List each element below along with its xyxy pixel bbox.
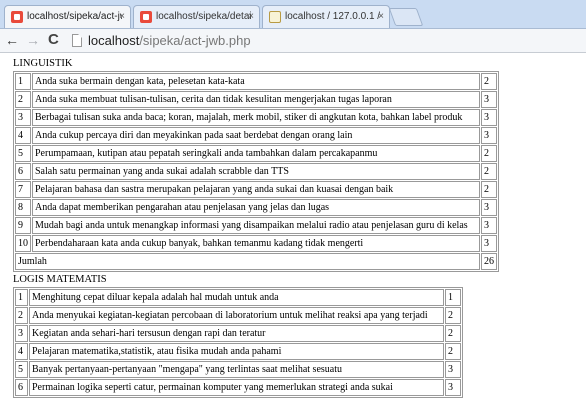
question-text: Salah satu permainan yang anda sukai ada… [32,163,480,180]
section-title-linguistik: LINGUISTIK [13,58,73,69]
table-row: 3 Kegiatan anda sehari-hari tersusun deng… [15,325,461,342]
table-row: 4 Pelajaran matematika,statistik, atau fi… [15,343,461,360]
table-row: 3 Berbagai tulisan suka anda baca; koran,… [15,109,497,126]
total-row: Jumlah 26 [15,253,497,270]
question-text: Menghitung cepat diluar kepala adalah ha… [29,289,444,306]
table-row: 1 Anda suka bermain dengan kata, peleseta… [15,73,497,90]
page-icon [72,34,82,47]
row-number: 7 [15,181,31,198]
question-text: Anda suka bermain dengan kata, pelesetan… [32,73,480,90]
total-label: Jumlah [15,253,480,270]
row-number: 10 [15,235,31,252]
back-arrow-icon[interactable]: ← [5,31,19,49]
address-bar[interactable]: localhost/sipeka/act-jwb.php [72,31,582,50]
url-host: localhost [88,33,140,48]
score-value: 3 [481,199,497,216]
score-value: 3 [445,379,461,396]
table-row: 9 Mudah bagi anda untuk menangkap informa… [15,217,497,234]
row-number: 4 [15,127,31,144]
question-text: Perumpamaan, kutipan atau pepatah sering… [32,145,480,162]
tab-act-jwb[interactable]: localhost/sipeka/act-jwb.p × [4,5,131,28]
tab-title: localhost/sipeka/act-jwb.p [27,11,122,22]
row-number: 8 [15,199,31,216]
row-number: 9 [15,217,31,234]
table-row: 10 Perbendaharaan kata anda cukup banyak,… [15,235,497,252]
url-path: /sipeka/act-jwb.php [139,33,251,48]
forward-arrow-icon[interactable]: → [26,31,40,49]
table-row: 2 Anda suka membuat tulisan-tulisan, ceri… [15,91,497,108]
phpmyadmin-icon [269,11,281,23]
table-row: 7 Pelajaran bahasa dan sastra merupakan p… [15,181,497,198]
score-value: 2 [481,73,497,90]
score-value: 3 [445,361,461,378]
question-text: Pelajaran bahasa dan sastra merupakan pe… [32,181,480,198]
logis-matematis-table: 1 Menghitung cepat diluar kepala adalah h… [13,287,463,398]
table-row: 1 Menghitung cepat diluar kepala adalah h… [15,289,461,306]
section-title-logis-matematis: LOGIS MATEMATIS [13,274,107,285]
page-favicon-icon [140,11,152,23]
reload-icon[interactable]: C [48,31,59,49]
row-number: 1 [15,289,28,306]
tab-title: localhost/sipeka/detail-jw [156,11,251,22]
tab-phpmyadmin[interactable]: localhost / 127.0.0.1 / sipe × [262,5,390,28]
score-value: 2 [445,325,461,342]
close-icon[interactable]: × [119,6,125,28]
table-row: 4 Anda cukup percaya diri dan meyakinkan … [15,127,497,144]
question-text: Kegiatan anda sehari-hari tersusun denga… [29,325,444,342]
table-row: 8 Anda dapat memberikan pengarahan atau p… [15,199,497,216]
question-text: Anda suka membuat tulisan-tulisan, cerit… [32,91,480,108]
tab-title: localhost / 127.0.0.1 / sipe [285,11,380,22]
browser-tab-bar: localhost/sipeka/act-jwb.p × localhost/s… [0,0,586,29]
score-value: 1 [445,289,461,306]
score-value: 2 [481,181,497,198]
browser-toolbar: ← → C localhost/sipeka/act-jwb.php [0,29,586,53]
tab-detail-jwb[interactable]: localhost/sipeka/detail-jw × [133,5,260,28]
table-row: 5 Perumpamaan, kutipan atau pepatah serin… [15,145,497,162]
question-text: Berbagai tulisan suka anda baca; koran, … [32,109,480,126]
score-value: 3 [481,109,497,126]
page-content: LINGUISTIK 1 Anda suka bermain dengan kat… [11,58,499,398]
table-row: 2 Anda menyukai kegiatan-kegiatan percoba… [15,307,461,324]
question-text: Perbendaharaan kata anda cukup banyak, b… [32,235,480,252]
total-value: 26 [481,253,497,270]
question-text: Anda cukup percaya diri dan meyakinkan p… [32,127,480,144]
row-number: 1 [15,73,31,90]
url-text[interactable]: localhost/sipeka/act-jwb.php [88,31,251,50]
score-value: 3 [481,127,497,144]
close-icon[interactable]: × [248,6,254,28]
question-text: Mudah bagi anda untuk menangkap informas… [32,217,480,234]
score-value: 2 [481,145,497,162]
close-icon[interactable]: × [378,6,384,28]
score-value: 3 [481,91,497,108]
row-number: 4 [15,343,28,360]
row-number: 2 [15,91,31,108]
new-tab-button[interactable] [388,8,424,26]
score-value: 3 [481,217,497,234]
linguistik-table: 1 Anda suka bermain dengan kata, peleseta… [13,71,499,272]
question-text: Banyak pertanyaan-pertanyaan "mengapa" y… [29,361,444,378]
row-number: 5 [15,361,28,378]
question-text: Pelajaran matematika,statistik, atau fis… [29,343,444,360]
page-favicon-icon [11,11,23,23]
table-row: 6 Permainan logika seperti catur, permain… [15,379,461,396]
row-number: 3 [15,109,31,126]
table-row: 6 Salah satu permainan yang anda sukai ad… [15,163,497,180]
question-text: Permainan logika seperti catur, permaina… [29,379,444,396]
row-number: 5 [15,145,31,162]
question-text: Anda menyukai kegiatan-kegiatan percobaa… [29,307,444,324]
score-value: 2 [445,343,461,360]
score-value: 3 [481,235,497,252]
row-number: 3 [15,325,28,342]
score-value: 2 [481,163,497,180]
row-number: 6 [15,379,28,396]
score-value: 2 [445,307,461,324]
row-number: 2 [15,307,28,324]
table-row: 5 Banyak pertanyaan-pertanyaan "mengapa" … [15,361,461,378]
row-number: 6 [15,163,31,180]
question-text: Anda dapat memberikan pengarahan atau pe… [32,199,480,216]
